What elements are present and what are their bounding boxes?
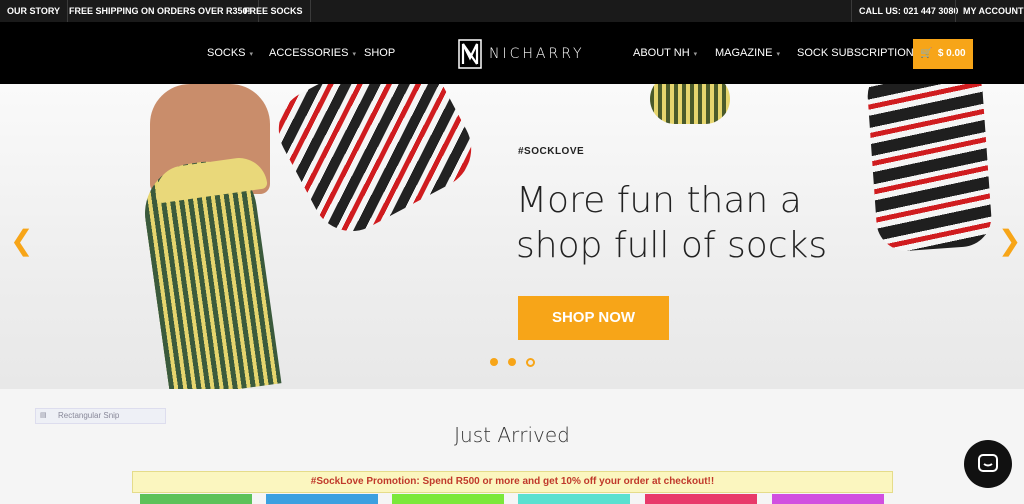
- nav-socks-label: SOCKS: [207, 47, 246, 59]
- nav-accessories[interactable]: ACCESSORIES ▾: [269, 22, 356, 84]
- slider-pagination: [490, 358, 535, 367]
- just-arrived-section: ▤ Rectangular Snip Just Arrived #SockLov…: [0, 389, 1024, 504]
- top-utility-bar: OUR STORY FREE SHIPPING ON ORDERS OVER R…: [0, 0, 1024, 22]
- hero-sock-illustration-left: [138, 84, 282, 389]
- broken-image-icon: ▤: [40, 412, 47, 419]
- nh-monogram-icon: [458, 39, 482, 69]
- broken-image-alt: Rectangular Snip: [58, 411, 120, 420]
- section-heading: Just Arrived: [454, 423, 570, 447]
- product-thumbnail[interactable]: [518, 494, 630, 504]
- hero-sock-illustration-top: [650, 84, 730, 124]
- cart-button[interactable]: 🛒 $ 0.00: [913, 39, 973, 69]
- hero-sock-illustration-right: [865, 84, 994, 253]
- logo-wordmark: NICHARRY: [489, 46, 585, 62]
- nav-subscriptions-label: SOCK SUBSCRIPTIONS: [797, 47, 922, 59]
- my-account-link[interactable]: MY ACCOUNT: [955, 0, 1024, 22]
- product-thumbnail[interactable]: [392, 494, 504, 504]
- free-socks-link[interactable]: FREE SOCKS: [237, 0, 311, 22]
- product-thumbnail[interactable]: [140, 494, 252, 504]
- nav-sock-subscriptions[interactable]: SOCK SUBSCRIPTIONS: [797, 22, 921, 84]
- broken-image-placeholder: ▤ Rectangular Snip: [35, 408, 166, 424]
- shop-now-button[interactable]: SHOP NOW: [518, 296, 669, 340]
- chevron-right-icon[interactable]: ❯: [998, 224, 1021, 257]
- hero-headline-line2: shop full of socks: [516, 225, 828, 266]
- nav-shop-label: SHOP: [364, 47, 396, 59]
- product-thumbnail[interactable]: [266, 494, 378, 504]
- nicharry-logo[interactable]: NICHARRY: [457, 38, 585, 70]
- promo-banner: #SockLove Promotion: Spend R500 or more …: [132, 471, 893, 493]
- nav-magazine-label: MAGAZINE: [715, 47, 773, 59]
- product-thumbnail[interactable]: [645, 494, 757, 504]
- nav-about[interactable]: ABOUT NH ▾: [633, 22, 697, 84]
- call-us-text: CALL US: 021 447 3080: [851, 0, 965, 22]
- chevron-left-icon[interactable]: ❮: [10, 224, 33, 257]
- slide-dot-1[interactable]: [490, 358, 498, 366]
- nav-accessories-label: ACCESSORIES: [269, 47, 349, 59]
- hero-sock-illustration-middle: [264, 84, 486, 246]
- chat-launcher-button[interactable]: [964, 440, 1012, 488]
- chevron-down-icon: ▾: [249, 51, 254, 58]
- hero-headline: More fun than a shop full of socks: [516, 178, 876, 268]
- slide-dot-3[interactable]: [526, 358, 535, 367]
- nav-shop[interactable]: SHOP: [364, 22, 395, 84]
- chevron-down-icon: ▾: [776, 51, 780, 58]
- cart-icon: 🛒: [920, 48, 933, 59]
- main-navigation: SOCKS ▾ ACCESSORIES ▾ SHOP NICHARRY ABOUT …: [0, 22, 1024, 84]
- hero-slider: ❮ ❯ #SOCKLOVE More fun than a shop full …: [0, 84, 1024, 389]
- nav-magazine[interactable]: MAGAZINE ▾: [715, 22, 780, 84]
- nav-socks[interactable]: SOCKS ▾: [207, 22, 253, 84]
- product-thumbnail[interactable]: [772, 494, 884, 504]
- cart-total: $ 0.00: [937, 48, 966, 59]
- hero-hashtag: #SOCKLOVE: [518, 146, 585, 157]
- chevron-down-icon: ▾: [693, 51, 698, 58]
- chat-bubble-icon: [978, 454, 998, 472]
- slide-dot-2[interactable]: [508, 358, 516, 366]
- free-shipping-link[interactable]: FREE SHIPPING ON ORDERS OVER R350!: [62, 0, 259, 22]
- hero-headline-line1: More fun than a: [516, 180, 802, 221]
- our-story-link[interactable]: OUR STORY: [0, 0, 69, 22]
- nav-about-label: ABOUT NH: [633, 47, 690, 59]
- chevron-down-icon: ▾: [352, 51, 356, 58]
